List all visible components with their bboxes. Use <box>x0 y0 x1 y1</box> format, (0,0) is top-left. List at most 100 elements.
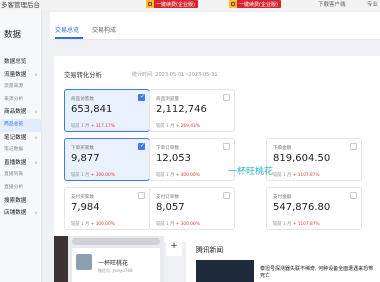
sidebar-item[interactable]: 商品总览 <box>0 118 42 132</box>
metric-label: 支付金额 <box>273 195 292 200</box>
check-icon: ✓ <box>140 142 146 149</box>
metric-card[interactable]: 支付订单数 8,057 较前 1 月 + 300.00% <box>149 187 235 230</box>
sidebar-item[interactable]: 流量数据 v <box>0 69 42 82</box>
sidebar-brand: 数据 <box>4 30 22 40</box>
profile-id: 微信号: yueyu788 <box>98 268 133 273</box>
metric-card[interactable]: 支付买家数 7,984 较前 1 月 + 300.00% <box>64 187 150 230</box>
metric-card[interactable]: 商品浏览量 2,112,746 较前 1 月 + 269.43% <box>149 89 235 132</box>
compare-label: 较前 1 月 <box>156 173 175 178</box>
metric-change: 较前 1 月 + 1107.87% <box>273 221 320 227</box>
sidebar-item-label: 笔记数据 <box>4 147 24 153</box>
sidebar-item-label: 店铺数据 <box>4 210 27 217</box>
news-thumbnail[interactable] <box>196 260 254 282</box>
compare-label: 较前 1 月 <box>273 222 292 227</box>
sidebar-item-label: 笔记数据 <box>4 134 27 141</box>
dark-strip <box>54 236 68 282</box>
metric-checkbox[interactable] <box>138 192 145 199</box>
check-icon: ✓ <box>140 93 146 100</box>
change-value: + 400.00% <box>175 173 200 178</box>
compare-label: 较前 1 月 <box>71 124 90 129</box>
change-value: + 300.00% <box>90 222 115 227</box>
renew-promo-button-1[interactable]: 一键续费(企业版) <box>146 0 198 8</box>
metric-label: 商品浏览量 <box>156 97 179 102</box>
metric-card[interactable]: 下单买家数 9,877 较前 1 月 + 300.00% ✓ <box>64 138 150 181</box>
sidebar-item-label: 直播分析 <box>4 184 24 190</box>
panel-title: 交易转化分析 <box>64 72 102 79</box>
metric-card[interactable]: 下单金额 819,604.50 较前 1 月 + 1107.87% <box>266 138 362 181</box>
metric-change: 较前 1 月 + 300.00% <box>71 221 115 227</box>
metric-value: 653,841 <box>71 104 113 115</box>
metric-change: 较前 1 月 + 300.00% <box>71 172 115 178</box>
change-value: + 269.43% <box>175 124 200 129</box>
sidebar-item[interactable]: 商品数据 v <box>0 106 42 119</box>
avatar <box>76 254 92 270</box>
chevron-down-icon: v <box>34 109 37 115</box>
trade-conversion-panel: 交易转化分析 统计时间: 2023-05-01~2023-05-31 商品访客数… <box>54 56 380 242</box>
sidebar-item[interactable]: 流量来源 <box>0 81 42 94</box>
compare-label: 较前 1 月 <box>156 222 175 227</box>
chevron-down-icon: v <box>34 159 37 165</box>
add-button[interactable]: + <box>166 236 182 256</box>
metric-checkbox[interactable] <box>223 94 230 101</box>
download-client-link[interactable]: 下载客户端 <box>318 0 346 8</box>
chevron-down-icon: v <box>34 210 37 216</box>
sidebar-item-label: 直播数据 <box>4 159 27 166</box>
sidebar: 数据 数据总览流量数据 v 流量来源来源分析商品数据 v 商品总览笔记数据 v 笔记数据直播… <box>0 10 42 282</box>
news-title: 腾讯新闻 <box>196 246 224 254</box>
sidebar-item[interactable]: 店铺数据 v <box>0 207 42 220</box>
compare-label: 较前 1 月 <box>156 124 175 129</box>
change-value: + 1107.87% <box>292 173 320 178</box>
metric-checkbox[interactable] <box>350 192 357 199</box>
tab-trade-composition[interactable]: 交易构成 <box>92 25 116 34</box>
app-title: 多客管理后台 <box>1 1 40 9</box>
metric-value: 7,984 <box>71 202 100 213</box>
sidebar-item-label: 搜索数据 <box>4 197 27 204</box>
chevron-down-icon: v <box>34 134 37 140</box>
change-value: + 300.00% <box>175 222 200 227</box>
metric-checkbox[interactable] <box>223 143 230 150</box>
metric-checkbox[interactable]: ✓ <box>138 142 146 150</box>
sidebar-item[interactable]: 数据总览 <box>0 56 42 69</box>
pro-link[interactable]: 专业 <box>367 0 378 8</box>
active-tab-indicator <box>55 37 83 39</box>
sidebar-item[interactable]: 来源分析 <box>0 94 42 107</box>
profile-card[interactable]: 一杯旺桃花 微信号: yueyu788 <box>72 248 160 282</box>
metric-value: 547,876.80 <box>273 202 331 213</box>
profile-name: 一杯旺桃花 <box>98 260 129 267</box>
news-headline[interactable]: 泰坦号探测器失联不稀奇, 何种设备全面遭遇来恐怖死亡 <box>260 266 378 279</box>
metric-change: 较前 1 月 + 400.00% <box>156 172 200 178</box>
metric-checkbox[interactable] <box>223 192 230 199</box>
promo-label: 一键续费(企业版) <box>239 1 278 8</box>
sidebar-item-label: 流量来源 <box>4 84 24 90</box>
metric-label: 支付订单数 <box>156 195 179 200</box>
metric-checkbox[interactable]: ✓ <box>138 93 146 101</box>
metric-card[interactable]: 商品访客数 653,841 较前 1 月 + 317.17% ✓ <box>64 89 150 132</box>
metric-value: 819,604.50 <box>273 153 331 164</box>
chevron-down-icon: v <box>34 71 37 77</box>
renew-promo-button-2[interactable]: 一键续费(企业版) <box>229 0 281 8</box>
search-bar[interactable] <box>72 238 160 245</box>
sidebar-item[interactable]: 笔记数据 v <box>0 132 42 145</box>
sidebar-item[interactable]: 搜索数据 <box>0 195 42 208</box>
promo-label: 一键续费(企业版) <box>156 1 195 8</box>
sidebar-item[interactable]: 笔记数据 <box>0 144 42 157</box>
lock-icon <box>229 0 237 8</box>
metric-value: 2,112,746 <box>156 104 207 115</box>
compare-label: 较前 1 月 <box>273 173 292 178</box>
sidebar-item[interactable]: 直播列表 <box>0 169 42 182</box>
metric-checkbox[interactable] <box>350 143 357 150</box>
profile-window: 一杯旺桃花 微信号: yueyu788 <box>54 236 164 282</box>
change-value: + 300.00% <box>90 173 115 178</box>
metric-label: 下单买家数 <box>71 146 94 151</box>
metric-card[interactable]: 支付金额 547,876.80 较前 1 月 + 1107.87% <box>266 187 362 230</box>
compare-label: 较前 1 月 <box>71 173 90 178</box>
sidebar-item-label: 来源分析 <box>4 96 24 102</box>
tab-trade-overview[interactable]: 交易总览 <box>55 25 79 34</box>
sidebar-item-label: 数据总览 <box>4 59 27 65</box>
watermark-text: 一杯旺桃花 <box>228 167 274 177</box>
metric-card[interactable]: 下单订单数 12,053 较前 1 月 + 400.00% <box>149 138 235 181</box>
sidebar-item[interactable]: 直播分析 <box>0 182 42 195</box>
change-value: + 317.17% <box>90 124 115 129</box>
metric-change: 较前 1 月 + 1107.87% <box>273 172 320 178</box>
sidebar-item[interactable]: 直播数据 v <box>0 157 42 170</box>
